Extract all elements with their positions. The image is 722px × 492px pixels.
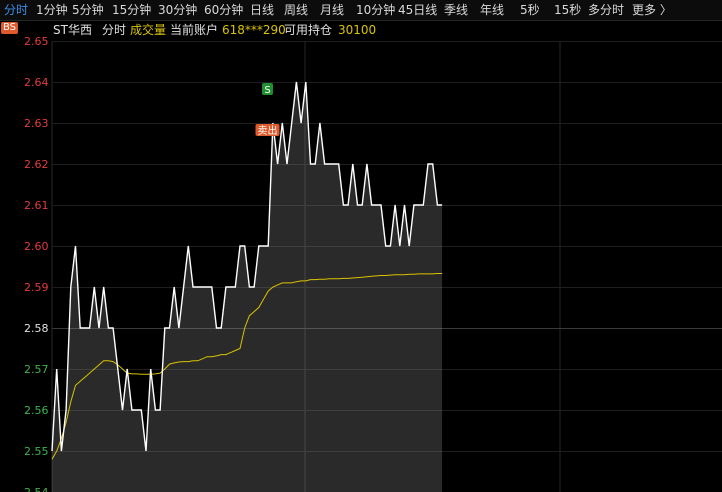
sell-order-marker[interactable]: 卖出 (255, 124, 280, 137)
y-tick-label: 2.57 (24, 363, 49, 376)
sell-signal-marker[interactable]: S (262, 83, 273, 96)
svg-text:S: S (264, 85, 270, 96)
y-tick-label: 2.60 (24, 240, 49, 253)
y-tick-label: 2.62 (24, 158, 49, 171)
y-tick-label: 2.64 (24, 76, 49, 89)
price-axis: 2.65 2.64 2.63 2.62 2.61 2.60 2.59 2.58 2.57 2.56… (24, 35, 49, 492)
y-tick-label: 2.56 (24, 404, 49, 417)
intraday-chart[interactable]: 2.65 2.64 2.63 2.62 2.61 2.60 2.59 2.58 2.57 2.56… (0, 0, 722, 492)
y-tick-label: 2.58 (24, 322, 49, 335)
y-tick-label: 2.65 (24, 35, 49, 48)
y-tick-label: 2.63 (24, 117, 49, 130)
y-tick-label: 2.55 (24, 445, 49, 458)
svg-text:卖出: 卖出 (258, 124, 278, 137)
trade-markers: S 卖出 (255, 83, 280, 137)
y-tick-label: 2.61 (24, 199, 49, 212)
y-tick-label: 2.54 (24, 486, 49, 492)
y-tick-label: 2.59 (24, 281, 49, 294)
